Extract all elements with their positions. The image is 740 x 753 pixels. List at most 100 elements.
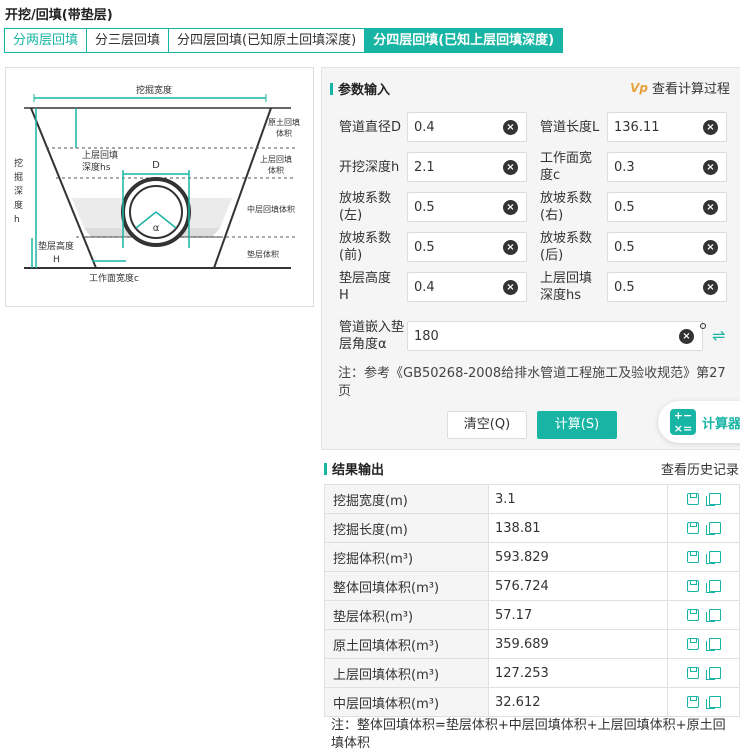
save-icon[interactable]: [686, 609, 699, 621]
label-bedding-h-2: H: [53, 255, 60, 265]
vp-icon: Vp: [630, 80, 648, 95]
save-icon[interactable]: [686, 551, 699, 563]
calc-process-label: 查看计算过程: [651, 82, 730, 97]
calculator-float-button[interactable]: +− ×= 计算器: [658, 401, 740, 443]
clear-icon[interactable]: ×: [503, 119, 518, 135]
pipe-length-input[interactable]: 136.11 ×: [607, 112, 727, 142]
slope-back-input[interactable]: 0.5 ×: [607, 232, 727, 262]
label-upper-fill-depth: 上层回填深度hs: [540, 271, 593, 303]
save-icon[interactable]: [686, 638, 699, 650]
clear-icon[interactable]: ×: [703, 199, 718, 215]
clear-icon[interactable]: ×: [503, 279, 518, 295]
label-slope-front: 放坡系数(前): [339, 231, 392, 263]
bedding-height-value: 0.4: [414, 279, 435, 295]
label-slope-left: 放坡系数(左): [339, 191, 392, 223]
clear-icon[interactable]: ×: [703, 279, 718, 295]
copy-icon[interactable]: [705, 609, 721, 622]
save-icon[interactable]: [686, 522, 699, 534]
result-value: 359.689: [488, 629, 668, 659]
result-value: 3.1: [488, 484, 668, 514]
dig-depth-input[interactable]: 2.1 ×: [407, 152, 527, 182]
label-bedding-h-1: 垫层高度: [38, 240, 74, 252]
pipe-diameter-input[interactable]: 0.4 ×: [407, 112, 527, 142]
copy-icon[interactable]: [705, 551, 721, 564]
copy-icon[interactable]: [705, 638, 721, 651]
label-pipe-length: 管道长度L: [540, 120, 600, 135]
label-pipe-diameter: 管道直径D: [339, 120, 402, 135]
work-width-input[interactable]: 0.3 ×: [607, 152, 727, 182]
clear-icon[interactable]: ×: [503, 159, 518, 175]
label-hs-1: 上层回填: [82, 149, 118, 161]
tab-bar: 分两层回填 分三层回填 分四层回填(已知原土回填深度) 分四层回填(已知上层回填…: [4, 28, 564, 53]
result-row: 挖掘长度(m) 138.81: [324, 513, 740, 543]
label-depth-h-3: 深: [14, 186, 23, 197]
result-row: 挖掘体积(m³) 593.829: [324, 542, 740, 572]
clear-icon[interactable]: ×: [703, 239, 718, 255]
copy-icon[interactable]: [705, 493, 721, 506]
label-work-width: 工作面宽度c: [540, 151, 593, 183]
result-actions: [667, 629, 740, 659]
params-note: 注：参考《GB50268-2008给排水管道工程施工及验收规范》第27页: [338, 366, 726, 399]
result-value: 138.81: [488, 513, 668, 543]
embed-angle-input[interactable]: 180 ×: [407, 321, 703, 351]
params-title: 参数输入: [338, 83, 391, 98]
label-zone-mid: 中层回填体积: [247, 204, 295, 214]
label-slope-right: 放坡系数(右): [540, 191, 593, 223]
result-label: 中层回填体积(m³): [324, 687, 489, 717]
slope-front-input[interactable]: 0.5 ×: [407, 232, 527, 262]
result-label: 挖掘长度(m): [324, 513, 489, 543]
tab-four-layer-known-upper[interactable]: 分四层回填(已知上层回填深度): [365, 28, 564, 53]
label-hs-2: 深度hs: [82, 161, 111, 173]
result-row: 垫层体积(m³) 57.17: [324, 600, 740, 630]
calculate-button[interactable]: 计算(S): [537, 411, 617, 439]
tab-three-layer[interactable]: 分三层回填: [87, 28, 170, 53]
history-link[interactable]: 查看历史记录: [661, 459, 739, 478]
result-value: 57.17: [488, 600, 668, 630]
result-value: 127.253: [488, 658, 668, 688]
clear-icon[interactable]: ×: [503, 239, 518, 255]
save-icon[interactable]: [686, 493, 699, 505]
result-value: 593.829: [488, 542, 668, 572]
params-panel: 参数输入 Vp 查看计算过程 管道直径D 0.4 × 管道长度L 136.11 × …: [321, 67, 740, 450]
result-row: 原土回填体积(m³) 359.689: [324, 629, 740, 659]
label-D: D: [152, 160, 160, 171]
save-icon[interactable]: [686, 667, 699, 679]
slope-front-value: 0.5: [414, 239, 435, 255]
copy-icon[interactable]: [705, 522, 721, 535]
save-icon[interactable]: [686, 580, 699, 592]
tab-four-layer-known-original[interactable]: 分四层回填(已知原土回填深度): [169, 28, 366, 53]
slope-right-input[interactable]: 0.5 ×: [607, 192, 727, 222]
clear-icon[interactable]: ×: [703, 119, 718, 135]
label-embed-angle: 管道嵌入垫层角度α: [339, 320, 405, 352]
pipe-length-value: 136.11: [614, 119, 660, 135]
upper-fill-depth-input[interactable]: 0.5 ×: [607, 272, 727, 302]
swap-icon[interactable]: ⇌: [712, 326, 725, 345]
result-row: 挖掘宽度(m) 3.1: [324, 484, 740, 514]
results-note: 注：整体回填体积=垫层体积+中层回填体积+上层回填体积+原土回填体积: [331, 718, 726, 751]
result-actions: [667, 687, 740, 717]
tab-two-layer[interactable]: 分两层回填: [4, 28, 88, 53]
settings-dot-icon[interactable]: [700, 323, 706, 329]
label-bedding-height: 垫层高度H: [339, 271, 392, 303]
copy-icon[interactable]: [705, 580, 721, 593]
clear-icon[interactable]: ×: [503, 199, 518, 215]
slope-left-input[interactable]: 0.5 ×: [407, 192, 527, 222]
label-top-width: 挖掘宽度: [136, 84, 172, 96]
calculator-icon: +− ×=: [670, 409, 696, 435]
embed-angle-value: 180: [414, 328, 439, 344]
label-zone-bed: 垫层体积: [247, 249, 279, 259]
calc-process-link[interactable]: Vp 查看计算过程: [630, 78, 730, 98]
label-depth-h-1: 挖: [14, 157, 23, 169]
bedding-height-input[interactable]: 0.4 ×: [407, 272, 527, 302]
result-actions: [667, 600, 740, 630]
save-icon[interactable]: [686, 696, 699, 708]
label-depth-h-2: 掘: [14, 171, 23, 183]
clear-icon[interactable]: ×: [679, 328, 694, 344]
result-label: 上层回填体积(m³): [324, 658, 489, 688]
results-section-head: 结果输出: [324, 459, 384, 478]
clear-icon[interactable]: ×: [703, 159, 718, 175]
clear-button[interactable]: 清空(Q): [447, 411, 527, 439]
result-actions: [667, 513, 740, 543]
copy-icon[interactable]: [705, 696, 721, 709]
copy-icon[interactable]: [705, 667, 721, 680]
